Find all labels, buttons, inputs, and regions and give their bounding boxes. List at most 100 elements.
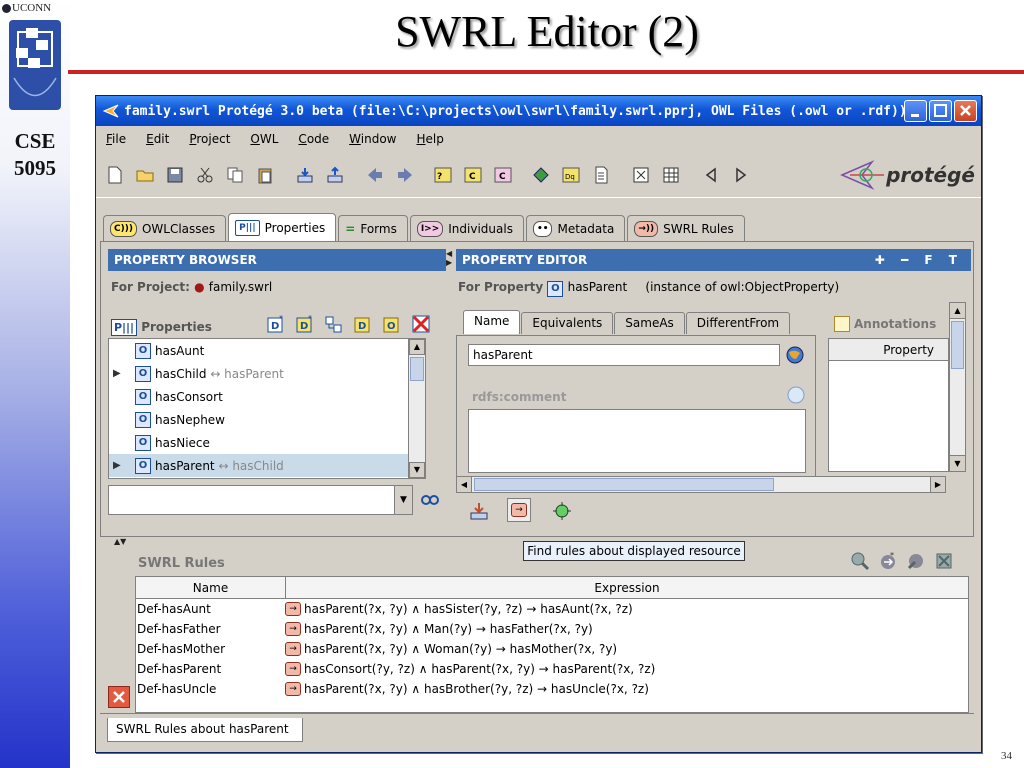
edit-rule-icon[interactable] (906, 551, 926, 571)
scroll-thumb[interactable] (474, 478, 774, 491)
delete-rule-icon[interactable] (934, 551, 954, 571)
paste-icon[interactable] (256, 166, 274, 184)
comment-globe-icon[interactable] (787, 386, 805, 404)
minimize-button[interactable] (904, 100, 927, 122)
scroll-left-icon[interactable]: ◀ (457, 477, 472, 492)
list-item[interactable]: OhasAunt (109, 339, 425, 362)
table-row[interactable]: Def-hasMother → hasParent(?x, ?y) ∧ Woman(… (136, 639, 968, 659)
project-icon: ● (194, 280, 205, 294)
swrl-rule-icon: → (285, 622, 301, 636)
table-layout-icon[interactable] (662, 166, 680, 184)
menu-edit[interactable]: Edit (146, 132, 169, 146)
tab-equivalents[interactable]: Equivalents (521, 312, 614, 334)
tab-swrl-rules[interactable]: →)) SWRL Rules (627, 215, 745, 241)
column-header-name[interactable]: Name (136, 577, 286, 598)
delete-property-icon[interactable] (411, 314, 431, 334)
list-item[interactable]: OhasConsort (109, 385, 425, 408)
tab-swrl-rules-about[interactable]: SWRL Rules about hasParent (107, 718, 303, 742)
maximize-button[interactable] (929, 100, 952, 122)
list-item[interactable]: OhasNephew (109, 408, 425, 431)
run-rules-icon[interactable] (551, 500, 573, 522)
right-arrow-icon[interactable] (732, 166, 750, 184)
create-object-property-icon[interactable]: D* (266, 314, 286, 334)
scroll-right-icon[interactable]: ▶ (930, 477, 945, 492)
insert-icon[interactable] (296, 166, 314, 184)
list-item-selected[interactable]: ▶ OhasParent ↔ hasChild (109, 454, 425, 477)
create-datatype-property-icon[interactable]: D* (295, 314, 315, 334)
annotations-scrollbar[interactable]: ▲ ▼ (949, 302, 966, 472)
table-row[interactable]: Def-hasUncle → hasParent(?x, ?y) ∧ hasBrot… (136, 679, 968, 699)
form-layout-icon[interactable] (632, 166, 650, 184)
scroll-thumb[interactable] (951, 321, 964, 369)
find-rule-icon[interactable] (850, 551, 870, 571)
scroll-down-icon[interactable]: ▼ (950, 455, 965, 471)
menu-code[interactable]: Code (298, 132, 329, 146)
table-row[interactable]: Def-hasFather → hasParent(?x, ?y) ∧ Man(?y… (136, 619, 968, 639)
menu-file[interactable]: File (106, 132, 126, 146)
create-datatype-property-icon[interactable]: C (494, 166, 512, 184)
menu-project[interactable]: Project (189, 132, 230, 146)
find-icon[interactable] (421, 492, 439, 506)
scroll-down-icon[interactable]: ▼ (409, 462, 425, 478)
open-folder-icon[interactable] (136, 166, 154, 184)
editor-hscrollbar[interactable]: ◀ ▶ (456, 476, 946, 493)
scroll-up-icon[interactable]: ▲ (409, 339, 425, 355)
object-property-icon: O (135, 365, 151, 382)
forward-icon[interactable] (396, 166, 414, 184)
scroll-thumb[interactable] (410, 357, 424, 381)
tab-individuals[interactable]: I>> Individuals (409, 215, 524, 241)
menu-owl[interactable]: OWL (250, 132, 278, 146)
create-annotation-property-icon[interactable]: D (353, 314, 373, 334)
column-header-expression[interactable]: Expression (286, 577, 968, 598)
table-row[interactable]: Def-hasParent → hasConsort(?y, ?z) ∧ hasPa… (136, 659, 968, 679)
splitter-arrows-icon[interactable]: ◀ ▶ (446, 249, 452, 279)
remove-rule-button[interactable] (108, 686, 130, 708)
classify-icon[interactable]: Dq (562, 166, 580, 184)
close-window-button[interactable] (954, 100, 977, 122)
cut-icon[interactable] (196, 166, 214, 184)
create-object-property-icon[interactable]: C (464, 166, 482, 184)
dropdown-icon[interactable]: ▼ (394, 486, 412, 514)
svg-text:Dq: Dq (565, 173, 575, 181)
create-rule-icon[interactable]: * (878, 551, 898, 571)
scroll-up-icon[interactable]: ▲ (950, 303, 965, 319)
editor-header-icons[interactable]: ✚ ━ F T (875, 249, 963, 271)
property-name-field[interactable]: hasParent (468, 344, 780, 366)
copy-icon[interactable] (226, 166, 244, 184)
main-tabs: C))) OWLClasses P||| Properties = Forms I>>… (103, 213, 747, 241)
menu-help[interactable]: Help (416, 132, 443, 146)
swrl-rule-button[interactable]: → (507, 498, 531, 522)
window-titlebar[interactable]: family.swrl Protégé 3.0 beta (file:\C:\p… (96, 96, 981, 126)
tab-differentfrom[interactable]: DifferentFrom (685, 312, 791, 334)
tab-owlclasses[interactable]: C))) OWLClasses (103, 215, 227, 241)
comment-textarea[interactable] (468, 409, 806, 473)
expand-icon[interactable]: ▶ (113, 368, 121, 379)
new-file-icon[interactable] (106, 166, 124, 184)
list-item[interactable]: OhasNiece (109, 431, 425, 454)
save-icon[interactable] (166, 166, 184, 184)
menu-window[interactable]: Window (349, 132, 396, 146)
document-icon[interactable] (592, 166, 610, 184)
table-row[interactable]: Def-hasAunt → hasParent(?x, ?y) ∧ hasSiste… (136, 599, 968, 619)
import-icon[interactable] (468, 500, 490, 522)
rdfs-comment-label: rdfs:comment (472, 390, 567, 404)
create-rdf-property-icon[interactable]: O (382, 314, 402, 334)
back-icon[interactable] (366, 166, 384, 184)
expand-icon[interactable]: ▶ (113, 460, 121, 471)
left-arrow-icon[interactable] (702, 166, 720, 184)
list-item[interactable]: ▶ OhasChild ↔ hasParent (109, 362, 425, 385)
tab-sameas[interactable]: SameAs (614, 312, 685, 334)
tab-name[interactable]: Name (463, 310, 521, 334)
run-reasoner-icon[interactable] (532, 166, 550, 184)
metadata-icon: •• (532, 220, 553, 237)
list-scrollbar[interactable]: ▲ ▼ (408, 339, 425, 478)
for-property-label: For Property O hasParent (instance of ow… (458, 280, 839, 297)
tab-metadata[interactable]: •• Metadata (525, 215, 626, 241)
language-globe-icon[interactable] (786, 346, 804, 364)
tab-properties[interactable]: P||| Properties (228, 213, 337, 241)
create-subproperty-icon[interactable] (324, 314, 344, 334)
tab-forms[interactable]: = Forms (338, 215, 408, 241)
property-search-combo[interactable]: ▼ (108, 485, 413, 515)
extract-icon[interactable] (326, 166, 344, 184)
create-class-icon[interactable]: ? (434, 166, 452, 184)
